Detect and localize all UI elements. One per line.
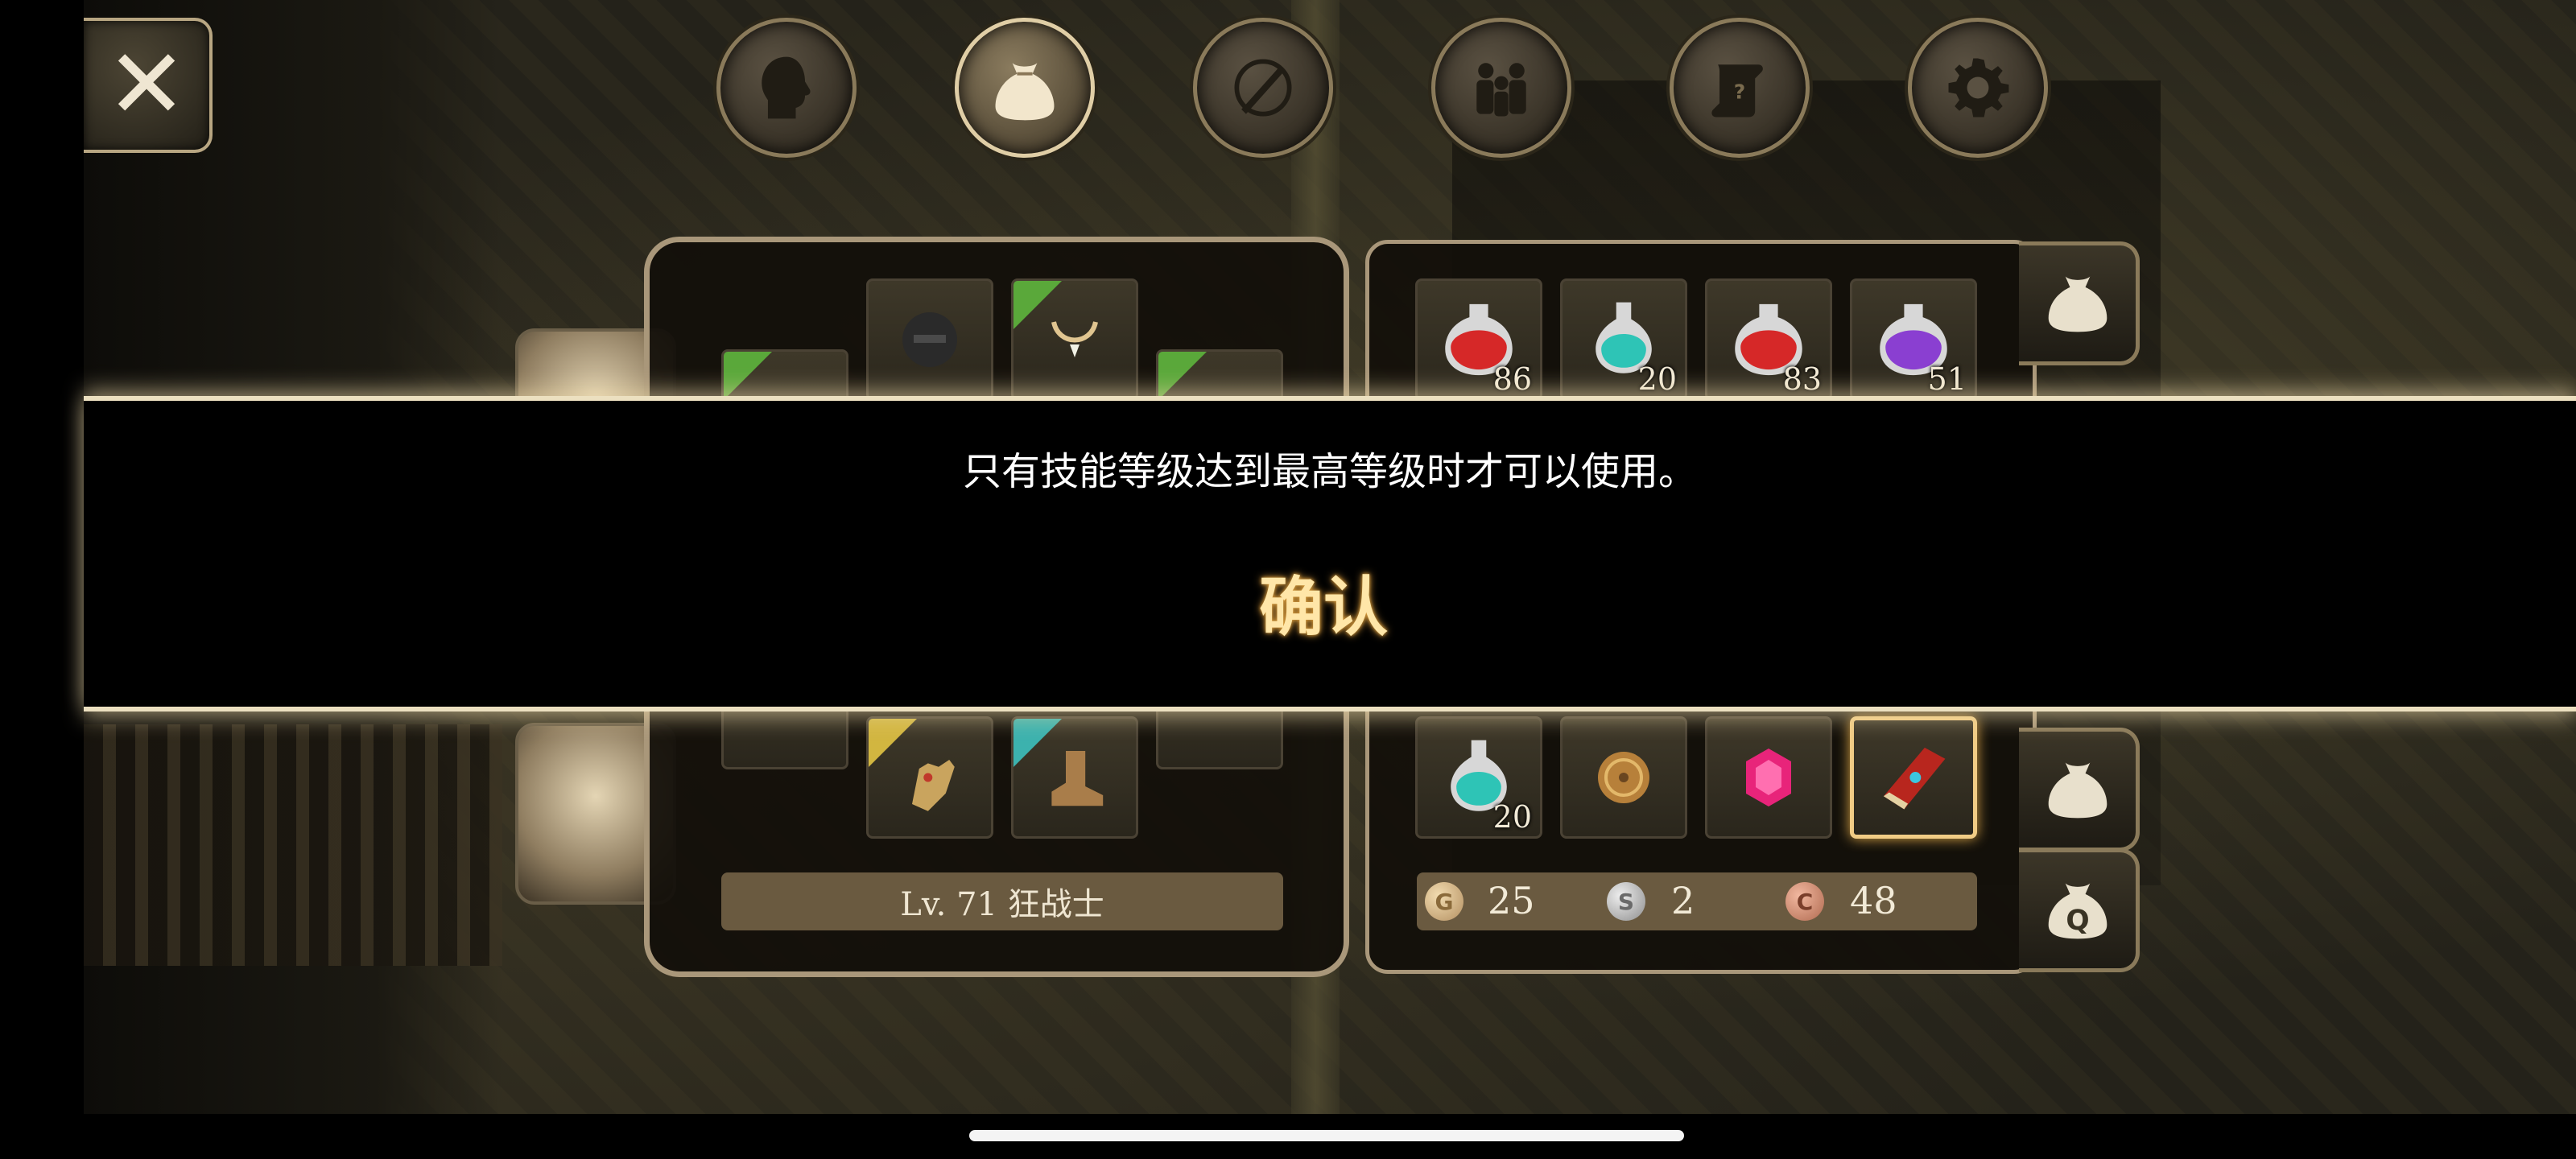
message-dialog: 只有技能等级达到最高等级时才可以使用。 确认	[84, 396, 2576, 711]
bag-q-icon: Q	[2048, 883, 2107, 939]
equip-slot-helmet[interactable]	[866, 278, 993, 401]
currency-bar: G 25 S 2 C 48	[1417, 872, 1977, 930]
item-quantity: 86	[1492, 361, 1532, 397]
side-tab-quest-bag[interactable]: Q	[2019, 848, 2140, 972]
inventory-slot[interactable]: 20	[1415, 716, 1542, 839]
pink-gem-icon	[1746, 749, 1791, 806]
copper-amount: 48	[1850, 879, 1897, 922]
item-quantity: 51	[1927, 361, 1967, 397]
home-indicator[interactable]	[969, 1130, 1684, 1141]
head-icon	[762, 56, 811, 119]
inventory-slot[interactable]	[1705, 716, 1832, 839]
silver-amount: 2	[1671, 879, 1695, 922]
side-tab-bag-1[interactable]	[2019, 241, 2140, 365]
close-button[interactable]: ✕	[84, 18, 213, 153]
bag-icon	[995, 63, 1055, 121]
gold-coin-icon: G	[1425, 882, 1463, 921]
equip-slot-gloves[interactable]	[866, 716, 993, 839]
tab-settings[interactable]	[1908, 18, 2048, 158]
gear-icon	[1948, 58, 2009, 118]
tab-party[interactable]	[1431, 18, 1571, 158]
compass-sword-icon	[1234, 59, 1292, 117]
dungeon-fence	[84, 724, 502, 966]
side-tab-bag-2[interactable]	[2019, 728, 2140, 852]
tab-inventory[interactable]	[955, 18, 1095, 158]
item-quantity: 20	[1492, 799, 1532, 835]
inventory-slot[interactable]: 51	[1850, 278, 1977, 401]
tab-quests[interactable]: ?	[1670, 18, 1810, 158]
confirm-button[interactable]: 确认	[1243, 562, 1404, 645]
close-icon: ✕	[105, 29, 188, 141]
coin-medal-icon	[1598, 752, 1649, 803]
gold-amount: 25	[1488, 879, 1535, 922]
inventory-slot-selected[interactable]	[1850, 716, 1977, 839]
inventory-slot[interactable]: 83	[1705, 278, 1832, 401]
inventory-slot[interactable]: 20	[1560, 278, 1687, 401]
tab-character[interactable]	[716, 18, 857, 158]
bag-icon	[2048, 276, 2107, 332]
skill-book-icon	[1883, 747, 1946, 810]
item-quantity: 83	[1782, 361, 1822, 397]
equip-slot-boots[interactable]	[1011, 716, 1138, 839]
party-icon	[1476, 63, 1526, 117]
inventory-slot[interactable]: 86	[1415, 278, 1542, 401]
character-level-label: Lv. 71 狂战士	[721, 872, 1283, 930]
bag-icon	[2048, 762, 2107, 819]
item-quantity: 20	[1637, 361, 1677, 397]
dialog-message: 只有技能等级达到最高等级时才可以使用。	[962, 449, 1697, 494]
equip-slot-necklace[interactable]	[1011, 278, 1138, 401]
svg-text:?: ?	[1734, 80, 1745, 103]
svg-text:Q: Q	[2066, 905, 2089, 937]
quest-scroll-icon: ?	[1711, 64, 1763, 118]
copper-coin-icon: C	[1785, 882, 1824, 921]
inventory-slot[interactable]	[1560, 716, 1687, 839]
helmet-icon	[902, 312, 957, 367]
tab-skills[interactable]	[1193, 18, 1333, 158]
silver-coin-icon: S	[1607, 882, 1645, 921]
